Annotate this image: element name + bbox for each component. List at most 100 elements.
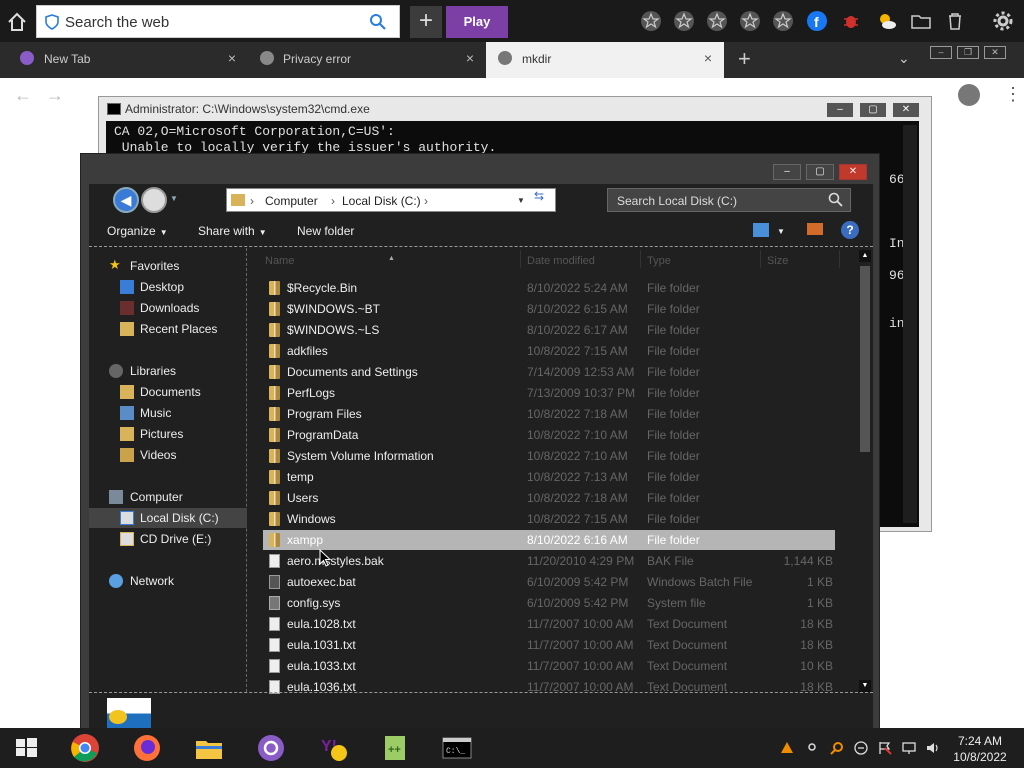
weather-icon[interactable] [876,10,898,32]
star-icon[interactable] [706,10,728,32]
chrome-icon[interactable] [70,733,100,763]
column-name[interactable]: Name [265,255,294,267]
nav-recent-places[interactable]: Recent Places [89,319,247,339]
volume-icon[interactable] [926,741,940,755]
web-search-input[interactable]: Search the web [36,5,400,38]
column-type[interactable]: Type [647,255,671,267]
file-row[interactable]: adkfiles 10/8/2022 7:15 AM File folder [263,341,835,361]
nav-favorites[interactable]: ★ Favorites [89,256,247,276]
star-icon[interactable] [772,10,794,32]
file-row[interactable]: Documents and Settings 7/14/2009 12:53 AM… [263,362,835,382]
minimize-icon[interactable]: – [827,103,853,117]
search-icon[interactable] [369,13,387,34]
chevron-down-icon[interactable]: ⌄ [898,50,910,67]
minimize-icon[interactable]: – [773,164,801,180]
address-dropdown-icon[interactable]: ▼ [517,196,525,205]
facebook-icon[interactable]: f [806,10,828,32]
home-icon[interactable] [6,11,28,33]
cmd-taskbar-icon[interactable]: C:\_ [442,733,472,763]
new-tab-button[interactable]: + [738,46,751,72]
help-icon[interactable]: ? [841,221,859,239]
close-icon[interactable]: ✕ [984,46,1006,59]
explorer-address-bar[interactable]: › Computer › Local Disk (C:) › ▼ [226,188,556,212]
notepad-plus-icon[interactable]: ++ [380,733,410,763]
preview-pane-icon[interactable] [807,223,823,235]
close-icon[interactable]: ✕ [839,164,867,180]
column-date[interactable]: Date modified [527,255,595,267]
file-row[interactable]: $Recycle.Bin 8/10/2022 5:24 AM File folder [263,278,835,298]
minus-icon[interactable] [854,741,868,755]
column-size[interactable]: Size [767,255,788,267]
recent-pages-dropdown-icon[interactable]: ▼ [170,194,178,203]
tab-new-tab[interactable]: New Tab × [0,42,248,78]
share-with-menu[interactable]: Share with ▼ [198,224,267,238]
search-icon[interactable] [830,741,844,755]
file-row[interactable]: config.sys 6/10/2009 5:42 PM System file 1 … [263,593,835,613]
more-menu-icon[interactable]: ⋮ [1004,84,1022,105]
column-divider[interactable] [839,250,840,268]
maximize-icon[interactable]: ▢ [806,164,834,180]
nav-downloads[interactable]: Downloads [89,298,247,318]
nav-pictures[interactable]: Pictures [89,424,247,444]
gear-icon[interactable] [992,10,1014,32]
star-icon[interactable] [673,10,695,32]
file-row[interactable]: temp 10/8/2022 7:13 AM File folder [263,467,835,487]
file-row[interactable]: System Volume Information 10/8/2022 7:10 … [263,446,835,466]
windows-start-icon[interactable] [12,733,42,763]
column-divider[interactable] [520,250,521,268]
firefox-icon[interactable] [132,733,162,763]
avatar[interactable] [958,84,980,106]
file-row[interactable]: ProgramData 10/8/2022 7:10 AM File folder [263,425,835,445]
bug-icon[interactable] [840,10,862,32]
action-center-flag-icon[interactable] [878,741,892,755]
search-icon[interactable] [806,741,820,755]
forward-button[interactable] [141,187,167,213]
file-row[interactable]: $WINDOWS.~LS 8/10/2022 6:17 AM File folder [263,320,835,340]
file-row[interactable]: eula.1028.txt 11/7/2007 10:00 AM Text Docu… [263,614,835,634]
folder-icon[interactable] [910,10,932,32]
file-row[interactable]: PerfLogs 7/13/2009 10:37 PM File folder [263,383,835,403]
trash-icon[interactable] [944,10,966,32]
nav-desktop[interactable]: Desktop [89,277,247,297]
explorer-search-input[interactable]: Search Local Disk (C:) [607,188,851,212]
close-icon[interactable]: × [228,50,236,66]
nav-computer[interactable]: Computer [89,487,247,507]
back-arrow-icon[interactable]: ← [14,85,32,106]
file-row[interactable]: eula.1036.txt 11/7/2007 10:00 AM Text Docu… [263,677,835,697]
file-row[interactable]: Windows 10/8/2022 7:15 AM File folder [263,509,835,529]
scroll-up-icon[interactable]: ▲ [859,250,871,262]
nav-music[interactable]: Music [89,403,247,423]
close-icon[interactable]: ✕ [893,103,919,117]
close-icon[interactable]: × [466,50,474,66]
add-button[interactable]: + [410,6,442,38]
file-row[interactable]: Users 10/8/2022 7:18 AM File folder [263,488,835,508]
file-row[interactable]: autoexec.bat 6/10/2009 5:42 PM Windows Bat… [263,572,835,592]
change-view-icon[interactable] [753,223,769,237]
maximize-icon[interactable]: ▢ [860,103,886,117]
file-row[interactable]: Program Files 10/8/2022 7:18 AM File folde… [263,404,835,424]
cmd-scrollbar[interactable] [903,125,917,523]
column-divider[interactable] [640,250,641,268]
network-tray-icon[interactable] [902,741,916,755]
play-button[interactable]: Play [446,6,508,38]
nav-documents[interactable]: Documents [89,382,247,402]
minimize-icon[interactable]: – [930,46,952,59]
file-row[interactable]: eula.1033.txt 11/7/2007 10:00 AM Text Docu… [263,656,835,676]
tab-mkdir[interactable]: mkdir × [486,42,724,78]
nav-cd-drive[interactable]: CD Drive (E:) [89,529,247,549]
refresh-icon[interactable]: ⇆ [534,189,554,203]
search-icon[interactable] [828,192,844,211]
restore-icon[interactable]: ❐ [957,46,979,59]
file-list-scrollbar[interactable]: ▲ ▼ [857,248,873,692]
organize-menu[interactable]: Organize ▼ [107,224,168,238]
nav-local-disk[interactable]: Local Disk (C:) [89,508,247,528]
nav-libraries[interactable]: Libraries [89,361,247,381]
new-folder-button[interactable]: New folder [297,224,354,238]
system-clock[interactable]: 7:24 AM 10/8/2022 [950,733,1010,765]
scroll-down-icon[interactable]: ▼ [859,680,871,692]
file-explorer-icon[interactable] [194,733,224,763]
star-icon[interactable] [640,10,662,32]
file-row[interactable]: xampp 8/10/2022 6:16 AM File folder [263,530,835,550]
breadcrumb-local-disk[interactable]: Local Disk (C:) [342,194,421,208]
file-row[interactable]: eula.1031.txt 11/7/2007 10:00 AM Text Docu… [263,635,835,655]
